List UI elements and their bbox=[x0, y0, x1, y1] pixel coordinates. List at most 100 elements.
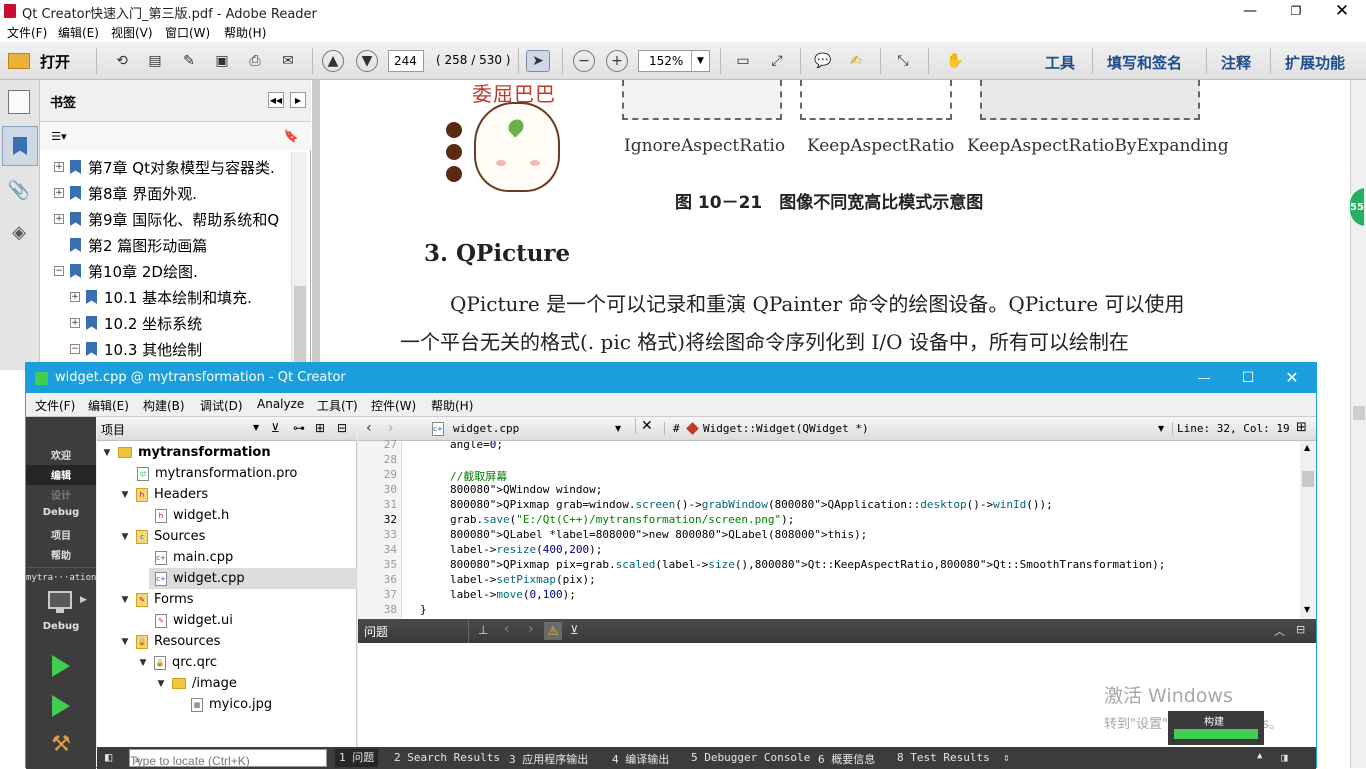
debug-run-icon[interactable] bbox=[44, 691, 78, 721]
mode-edit[interactable]: 编辑 bbox=[26, 465, 96, 485]
menu-edit[interactable]: 编辑(E) bbox=[58, 24, 99, 41]
chevron-down-icon[interactable]: ▼ bbox=[1158, 424, 1164, 433]
tree-item-sources[interactable]: ▼ c Sources bbox=[119, 526, 206, 547]
tree-item-resources[interactable]: ▼ 🔒 Resources bbox=[119, 631, 221, 652]
code-area[interactable]: angle=0; //截取屏幕 800080">QWindow window; 800… bbox=[358, 441, 1298, 619]
qt-menu-controls[interactable]: 控件(W) bbox=[371, 397, 416, 414]
find-bookmark-icon[interactable]: 🔖 bbox=[282, 128, 300, 144]
code-line[interactable]: label->resize(400,200); bbox=[450, 543, 602, 556]
chevron-up-icon[interactable]: ︿ bbox=[1274, 623, 1285, 639]
fill-sign-link[interactable]: 填写和签名 bbox=[1107, 52, 1182, 73]
back-icon[interactable]: ‹ bbox=[366, 420, 372, 436]
code-line[interactable]: 800080">QPixmap grab=window.screen()->gr… bbox=[450, 498, 1053, 511]
qt-menu-edit[interactable]: 编辑(E) bbox=[88, 397, 129, 414]
chevron-down-icon[interactable]: ▼ bbox=[137, 658, 149, 668]
sign-icon[interactable]: ✍ bbox=[844, 50, 868, 72]
close-icon[interactable]: ✕ bbox=[1330, 1, 1354, 21]
prev-issue-icon[interactable]: ‹ bbox=[504, 621, 510, 637]
chevron-down-icon[interactable]: ▼ bbox=[119, 532, 131, 542]
expand-up-icon[interactable]: ▲ bbox=[1257, 751, 1262, 761]
mode-welcome[interactable]: 欢迎 bbox=[26, 447, 96, 462]
tree-item-widget-h[interactable]: h widget.h bbox=[155, 505, 229, 526]
tab-compile-output[interactable]: 4 编译输出 bbox=[612, 751, 669, 767]
expand-icon[interactable]: + bbox=[54, 188, 64, 198]
comment-icon[interactable]: 💬 bbox=[811, 50, 835, 72]
zoom-out-icon[interactable]: − bbox=[573, 50, 595, 72]
scroll-thumb[interactable] bbox=[1353, 406, 1365, 420]
bookmark-item[interactable]: + 第7章 Qt对象模型与容器类. bbox=[54, 154, 275, 180]
chevron-down-icon[interactable]: ▼ bbox=[155, 679, 167, 689]
bookmark-item[interactable]: + 第8章 界面外观. bbox=[54, 180, 197, 206]
open-button[interactable]: 打开 bbox=[8, 49, 83, 73]
close-pane-icon[interactable]: ⊟ bbox=[1296, 623, 1305, 636]
tree-item-project[interactable]: ▼ mytransformation bbox=[101, 442, 271, 463]
tab-general-messages[interactable]: 6 概要信息 bbox=[818, 751, 875, 767]
collapse-icon[interactable]: − bbox=[54, 266, 64, 276]
chevron-down-icon[interactable]: ▼ bbox=[101, 448, 113, 458]
code-line[interactable]: label->move(0,100); bbox=[450, 588, 576, 601]
tree-item-widget-cpp[interactable]: c+ widget.cpp bbox=[149, 568, 357, 589]
chevron-down-icon[interactable]: ▼ bbox=[119, 595, 131, 605]
expand-icon[interactable]: + bbox=[54, 214, 64, 224]
chevron-down-icon[interactable]: ▼ bbox=[253, 423, 259, 432]
link-icon[interactable]: ⊶ bbox=[293, 421, 305, 435]
bookmark-item[interactable]: 第2 篇图形动画篇 bbox=[70, 232, 207, 258]
restore-icon[interactable]: ❐ bbox=[1284, 2, 1308, 20]
code-line[interactable]: 800080">QLabel *label=808000">new 800080… bbox=[450, 528, 867, 541]
collapse-panel-icon[interactable]: ◀◀ bbox=[268, 92, 284, 108]
editor-scrollbar[interactable]: ▲ ▼ bbox=[1300, 441, 1316, 619]
layers-icon[interactable]: ◈ bbox=[8, 220, 30, 244]
mode-projects[interactable]: 项目 bbox=[26, 527, 96, 542]
page-number-input[interactable]: 244 bbox=[388, 50, 424, 72]
tab-issues[interactable]: 1 问题 bbox=[335, 749, 379, 767]
minimize-icon[interactable]: — bbox=[1238, 2, 1262, 20]
tab-search-results[interactable]: 2 Search Results bbox=[394, 751, 500, 764]
build-hammer-icon[interactable]: ⚒ bbox=[44, 729, 78, 759]
split-icon[interactable]: ⊞ bbox=[1296, 420, 1307, 435]
code-line[interactable]: label->setPixmap(pix); bbox=[450, 573, 596, 586]
warning-icon[interactable]: ⚠ bbox=[544, 622, 562, 640]
collapse-icon[interactable]: − bbox=[70, 344, 80, 354]
expand-icon[interactable]: + bbox=[70, 292, 80, 302]
menu-file[interactable]: 文件(F) bbox=[7, 24, 47, 41]
forward-icon[interactable]: › bbox=[388, 420, 394, 436]
next-issue-icon[interactable]: › bbox=[528, 621, 534, 637]
next-page-icon[interactable]: ▼ bbox=[356, 50, 378, 72]
menu-help[interactable]: 帮助(H) bbox=[224, 24, 266, 41]
tree-item-headers[interactable]: ▼ h Headers bbox=[119, 484, 209, 505]
sidebar-toggle-icon[interactable]: ◧ bbox=[105, 750, 112, 764]
expand-icon[interactable]: + bbox=[70, 318, 80, 328]
bookmark-item[interactable]: − 第10章 2D绘图. bbox=[54, 258, 198, 284]
tree-item-pro[interactable]: qt mytransformation.pro bbox=[137, 463, 297, 484]
tree-item-widget-ui[interactable]: ✎ widget.ui bbox=[155, 610, 233, 631]
bookmark-icon[interactable] bbox=[2, 126, 38, 166]
clear-icon[interactable]: ⊥ bbox=[478, 623, 488, 637]
editor-file-select[interactable]: widget.cpp bbox=[453, 422, 519, 435]
code-editor[interactable]: 27 28 29 30 31 32 33 34 35 36 37 38 angle=0;//截取屏幕 8… bbox=[358, 438, 1316, 619]
extensions-link[interactable]: 扩展功能 bbox=[1285, 52, 1345, 73]
qt-menu-help[interactable]: 帮助(H) bbox=[431, 397, 473, 414]
code-line[interactable]: //截取屏幕 bbox=[450, 468, 507, 484]
close-panel-icon[interactable]: ⊟ bbox=[337, 421, 347, 435]
tree-item-forms[interactable]: ▼ ✎ Forms bbox=[119, 589, 194, 610]
zoom-select[interactable]: 152% ▼ bbox=[638, 50, 710, 72]
filter-icon[interactable]: ⊻ bbox=[570, 623, 579, 637]
select-tool-icon[interactable]: ➤ bbox=[526, 50, 550, 72]
code-line[interactable]: 800080">QWindow window; bbox=[450, 483, 602, 496]
scroll-thumb[interactable] bbox=[1302, 471, 1314, 487]
print-icon[interactable]: ⎙ bbox=[243, 50, 267, 72]
mode-debug[interactable]: Debug bbox=[26, 507, 96, 518]
fit-page-icon[interactable]: ▭ bbox=[731, 50, 755, 72]
chevron-down-icon[interactable]: ▼ bbox=[119, 490, 131, 500]
create-pdf-icon[interactable]: ⟲ bbox=[110, 50, 134, 72]
menu-view[interactable]: 视图(V) bbox=[111, 24, 153, 41]
chevron-down-icon[interactable]: ▼ bbox=[615, 424, 621, 433]
qt-menu-debug[interactable]: 调试(D) bbox=[200, 397, 243, 414]
expand-icon[interactable]: + bbox=[54, 162, 64, 172]
locator-input[interactable]: ⌕ Type to locate (Ctrl+K) bbox=[129, 749, 327, 768]
comment-link[interactable]: 注释 bbox=[1221, 52, 1251, 73]
minimize-icon[interactable]: — bbox=[1192, 368, 1216, 388]
tree-item-qrc[interactable]: ▼ 🔒 qrc.qrc bbox=[137, 652, 218, 673]
attachment-icon[interactable]: 📎 bbox=[8, 178, 30, 202]
pages-icon[interactable] bbox=[8, 90, 30, 114]
